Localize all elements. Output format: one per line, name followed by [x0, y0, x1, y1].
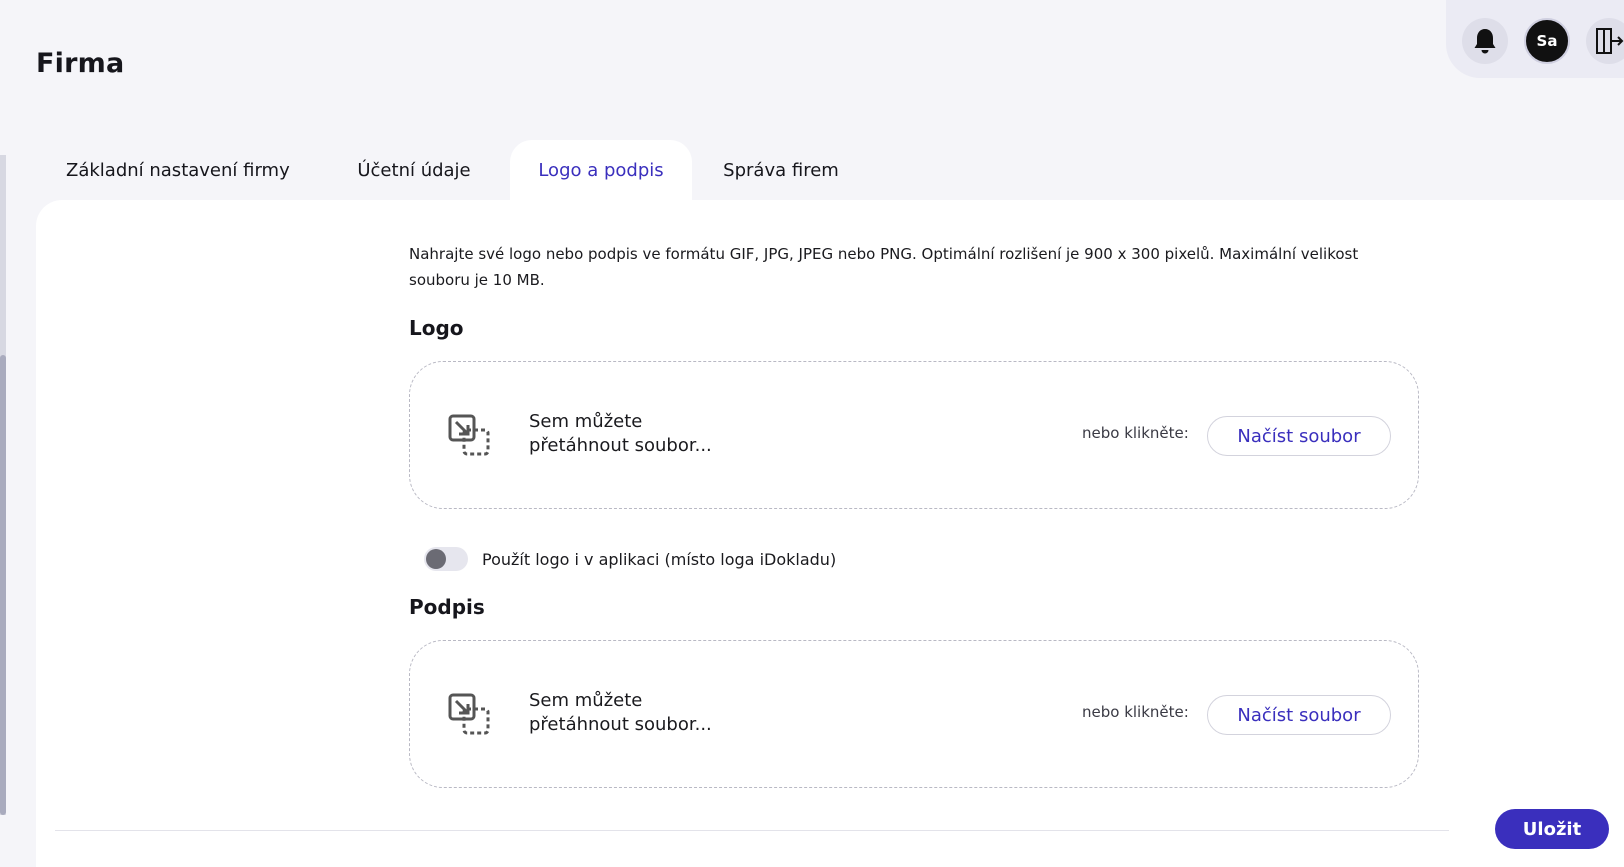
avatar[interactable]: Sa	[1524, 18, 1570, 64]
logout-button[interactable]	[1586, 18, 1624, 64]
tab-accounting-details[interactable]: Účetní údaje	[318, 140, 510, 200]
tab-basic-settings[interactable]: Základní nastavení firmy	[36, 140, 318, 200]
signature-heading: Podpis	[409, 595, 485, 619]
signature-upload-button[interactable]: Načíst soubor	[1207, 695, 1391, 735]
drag-drop-icon	[448, 693, 490, 735]
signature-dropzone[interactable]: Sem můžete přetáhnout soubor... nebo kli…	[409, 640, 1419, 788]
logout-door-icon	[1596, 28, 1624, 54]
dropzone-text-line2: přetáhnout soubor...	[529, 435, 712, 456]
page: Firma Sa Základní nastavení firmy Účetní…	[0, 0, 1624, 867]
dropzone-text: Sem můžete přetáhnout soubor...	[529, 689, 712, 737]
logo-upload-button[interactable]: Načíst soubor	[1207, 416, 1391, 456]
tab-company-management[interactable]: Správa firem	[692, 140, 870, 200]
top-user-bar: Sa	[1446, 0, 1624, 78]
bell-icon	[1474, 29, 1496, 54]
save-button[interactable]: Uložit	[1495, 809, 1609, 849]
toggle-knob	[426, 549, 446, 569]
page-title: Firma	[36, 48, 125, 79]
dropzone-text-line1: Sem můžete	[529, 411, 643, 432]
notifications-button[interactable]	[1462, 18, 1508, 64]
tab-logo-and-signature[interactable]: Logo a podpis	[510, 140, 692, 200]
page-scrollbar-thumb[interactable]	[0, 355, 6, 815]
logo-dropzone[interactable]: Sem můžete přetáhnout soubor... nebo kli…	[409, 361, 1419, 509]
drag-drop-icon	[448, 414, 490, 456]
dropzone-text-line1: Sem můžete	[529, 690, 643, 711]
logo-heading: Logo	[409, 316, 464, 340]
or-click-label: nebo klikněte:	[1082, 703, 1189, 721]
upload-description: Nahrajte své logo nebo podpis ve formátu…	[409, 245, 1359, 289]
dropzone-text: Sem můžete přetáhnout soubor...	[529, 410, 712, 458]
use-logo-in-app-row: Použít logo i v aplikaci (místo loga iDo…	[424, 546, 836, 572]
use-logo-in-app-toggle[interactable]	[424, 547, 468, 571]
or-click-label: nebo klikněte:	[1082, 424, 1189, 442]
tab-bar: Základní nastavení firmy Účetní údaje Lo…	[36, 140, 870, 200]
footer-divider	[55, 830, 1449, 831]
dropzone-text-line2: přetáhnout soubor...	[529, 714, 712, 735]
use-logo-in-app-label: Použít logo i v aplikaci (místo loga iDo…	[482, 549, 837, 569]
